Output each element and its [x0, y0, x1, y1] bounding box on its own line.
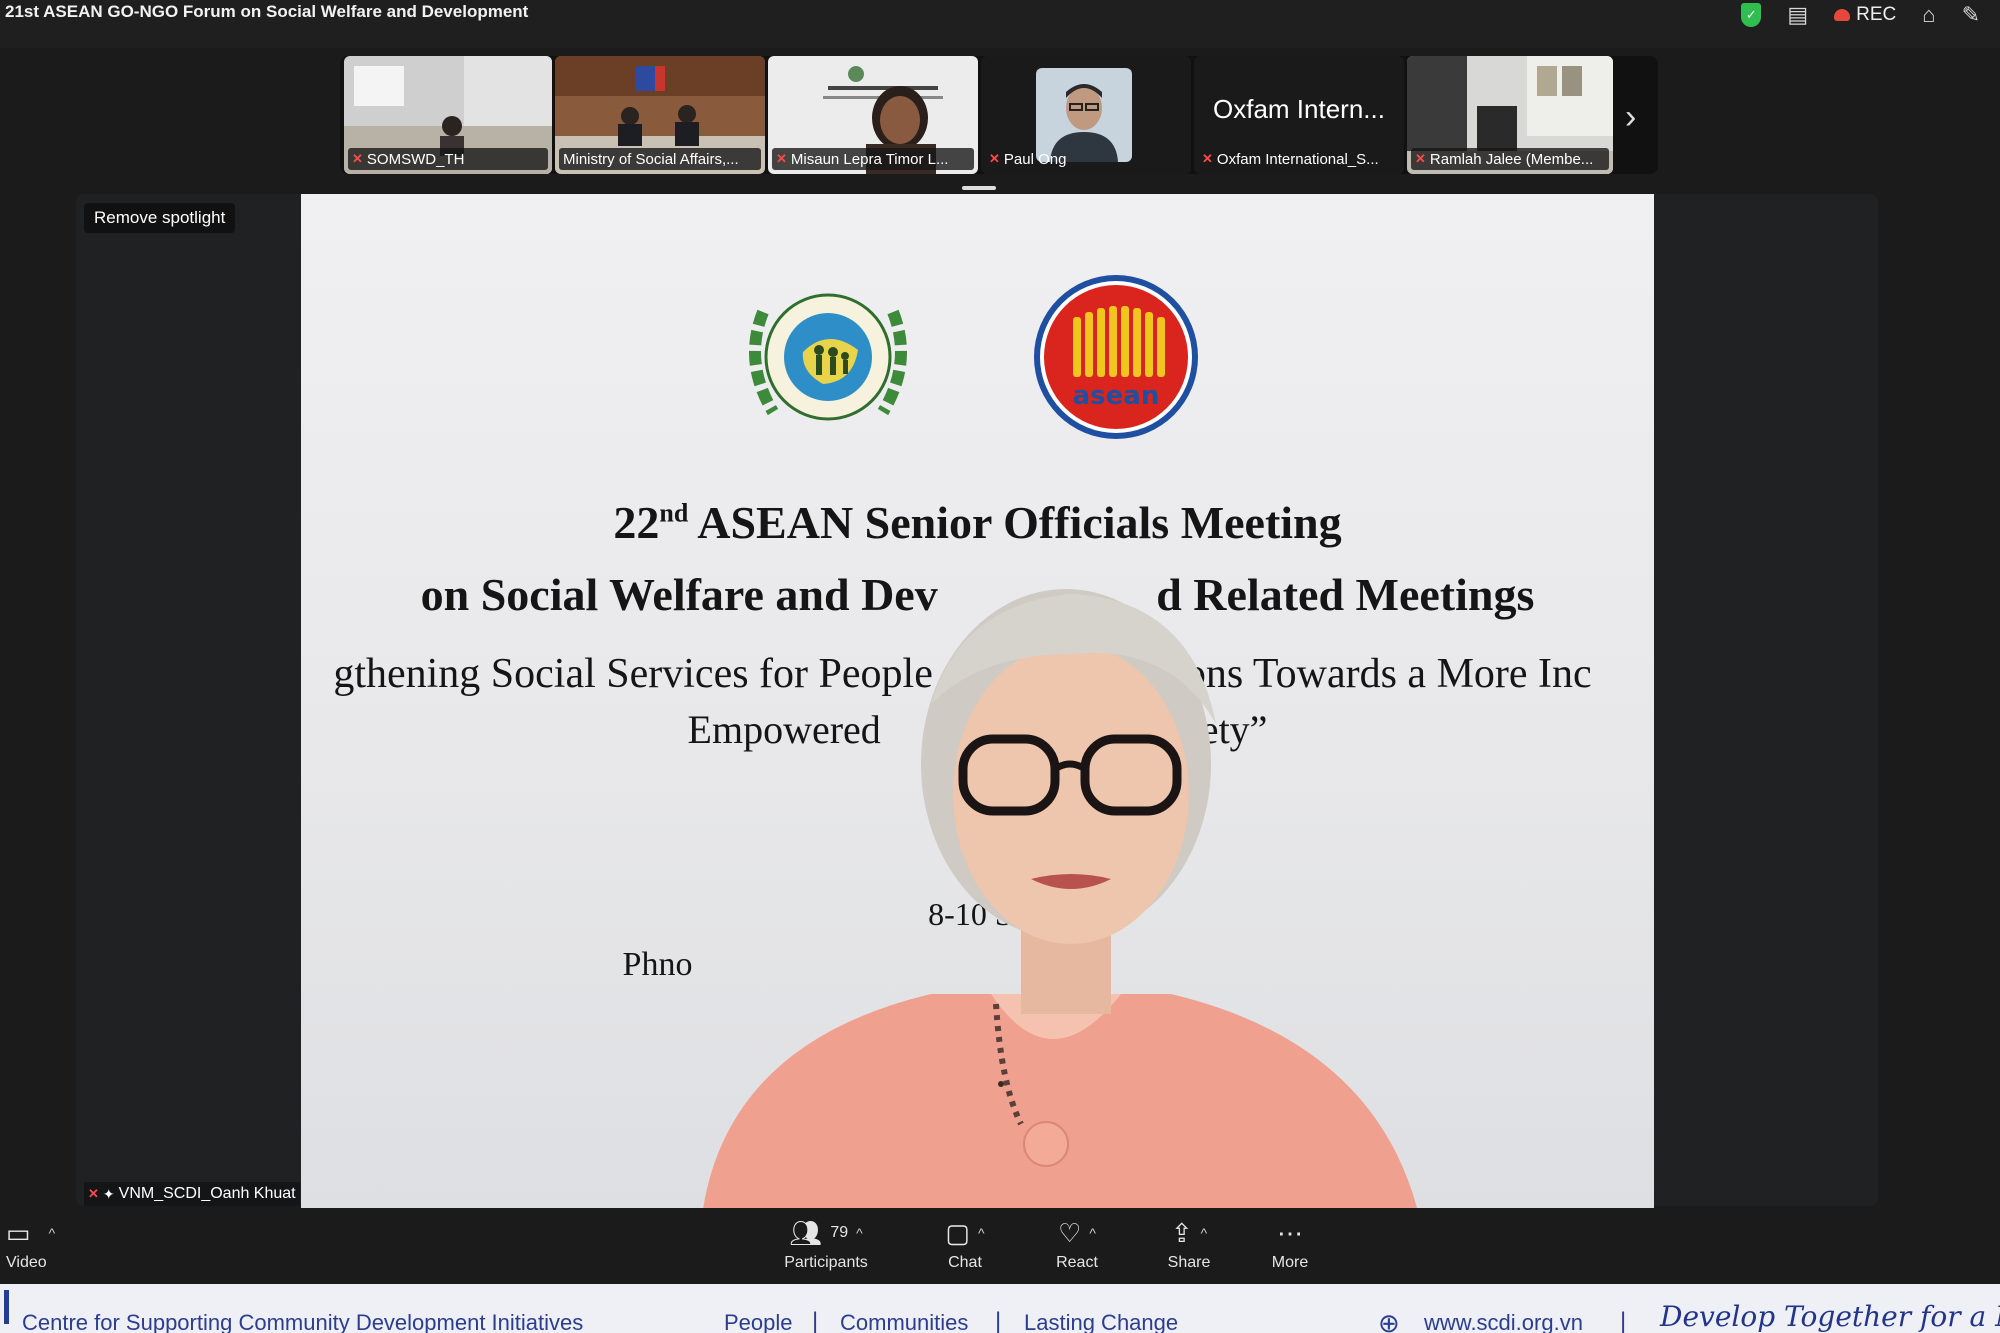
- chevron-up-icon[interactable]: ^: [49, 1225, 56, 1241]
- more-label: More: [1271, 1254, 1309, 1271]
- speaker-video-figure: [703, 589, 1417, 1208]
- share-screen-icon: ⇪: [1170, 1217, 1193, 1248]
- rec-label: REC: [1856, 4, 1897, 25]
- chat-bubble-icon: ▢: [945, 1217, 970, 1248]
- participants-label: Participants: [784, 1254, 868, 1271]
- footer-separator: |: [812, 1308, 819, 1333]
- mic-muted-icon: ✕: [88, 1186, 99, 1201]
- thumbnail-paul-ong[interactable]: ✕ Paul Ong: [981, 56, 1191, 174]
- thumbnail-nametag: ✕ Misaun Lepra Timor L...: [772, 148, 974, 170]
- mic-muted-icon: ✕: [776, 151, 787, 166]
- chevron-right-icon[interactable]: ›: [1625, 98, 1636, 137]
- thumbnail-name: Ministry of Social Affairs,...: [563, 150, 739, 168]
- chat-control: ▢ ^: [920, 1216, 1010, 1250]
- footer-item-lasting-change: Lasting Change: [1024, 1310, 1179, 1333]
- mic-muted-icon: ✕: [352, 151, 363, 166]
- footer-website: www.scdi.org.vn: [1424, 1310, 1583, 1333]
- react-label: React: [1056, 1254, 1098, 1271]
- record-cloud-icon: [1834, 9, 1851, 21]
- person-frame-icon[interactable]: ⌂: [1922, 2, 1935, 28]
- shield-check-icon[interactable]: ✓: [1741, 3, 1762, 27]
- more-button[interactable]: ⋯ More: [1250, 1216, 1330, 1272]
- footer-slogan: Develop Together for a More Inclus: [1660, 1300, 2000, 1333]
- thumbnail-somswd-th[interactable]: ✕ SOMSWD_TH: [344, 56, 552, 174]
- meeting-toolbar: ▭ ^ Video 👥︎ 79 ^ Participants ▢ ^ Chat …: [0, 1208, 2000, 1284]
- chat-button[interactable]: ▢ ^ Chat: [920, 1216, 1010, 1272]
- more-dots-icon: ⋯: [1277, 1217, 1303, 1248]
- recording-indicator[interactable]: REC: [1834, 4, 1896, 26]
- footer-item-communities: Communities: [840, 1310, 969, 1333]
- footer-separator: |: [995, 1308, 1002, 1333]
- organization-footer-banner: Centre for Supporting Community Developm…: [0, 1284, 2000, 1333]
- thumbnail-nametag: ✕ Ramlah Jalee (Membe...: [1411, 148, 1609, 170]
- video-camera-icon: ▭: [6, 1217, 31, 1248]
- footer-org-name: Centre for Supporting Community Developm…: [22, 1310, 584, 1333]
- active-speaker-name: VNM_SCDI_Oanh Khuat: [118, 1185, 296, 1202]
- chevron-up-icon[interactable]: ^: [978, 1225, 985, 1241]
- thumbnail-ministry-social-affairs[interactable]: Ministry of Social Affairs,...: [555, 56, 765, 174]
- mic-muted-icon: ✕: [989, 151, 1000, 166]
- thumbnail-name: Ramlah Jalee (Membe...: [1429, 150, 1594, 168]
- video-control: ▭ ^: [6, 1216, 76, 1250]
- more-control: ⋯: [1250, 1216, 1330, 1250]
- mic-muted-icon: ✕: [1415, 151, 1426, 166]
- video-button[interactable]: ▭ ^ Video: [6, 1216, 76, 1272]
- react-button[interactable]: ♡ ^ React: [1032, 1216, 1122, 1272]
- thumbnail-misaun-lepra[interactable]: ✕ Misaun Lepra Timor L...: [768, 56, 978, 174]
- spotlight-video: asean 22nd ASEAN Senior Officials Meetin…: [301, 194, 1654, 1208]
- meeting-title: 21st ASEAN GO-NGO Forum on Social Welfar…: [5, 2, 529, 21]
- thumbnail-nametag: ✕ Paul Ong: [985, 148, 1187, 170]
- pencil-icon[interactable]: ✎: [1962, 2, 1980, 28]
- top-bar: 21st ASEAN GO-NGO Forum on Social Welfar…: [0, 0, 2000, 48]
- chevron-up-icon[interactable]: ^: [1089, 1225, 1096, 1241]
- thumbnail-ramlah-jalee[interactable]: ✕ Ramlah Jalee (Membe...: [1407, 56, 1613, 174]
- share-button[interactable]: ⇪ ^ Share: [1144, 1216, 1234, 1272]
- thumbnail-nametag: ✕ SOMSWD_TH: [348, 148, 548, 170]
- participant-thumbnail-strip: ✕ SOMSWD_TH Ministry of Social Affairs,.…: [340, 56, 1658, 174]
- participants-count: 79: [830, 1224, 849, 1241]
- transcript-icon[interactable]: ▤: [1787, 2, 1808, 28]
- react-control: ♡ ^: [1032, 1216, 1122, 1250]
- thumbnail-nametag: ✕ Oxfam International_S...: [1198, 148, 1400, 170]
- thumbnail-nametag: Ministry of Social Affairs,...: [559, 148, 761, 170]
- thumbnail-name: Paul Ong: [1003, 150, 1067, 168]
- asean-logo: asean: [1034, 275, 1198, 439]
- active-speaker-tag: ✕ ✦ VNM_SCDI_Oanh Khuat: [84, 1182, 300, 1206]
- remove-spotlight-button[interactable]: Remove spotlight: [84, 203, 236, 233]
- thumbnail-display-name: Oxfam Intern...: [1213, 94, 1385, 124]
- strip-resize-handle[interactable]: [962, 186, 996, 190]
- share-label: Share: [1167, 1254, 1211, 1271]
- footer-item-people: People: [724, 1310, 793, 1333]
- footer-separator: |: [1620, 1308, 1627, 1333]
- heart-icon: ♡: [1058, 1217, 1082, 1248]
- thumbnail-name: Oxfam International_S...: [1216, 150, 1379, 168]
- thumbnail-oxfam[interactable]: Oxfam Intern... ✕ Oxfam International_S.…: [1194, 56, 1404, 174]
- chat-label: Chat: [948, 1254, 982, 1271]
- chevron-up-icon[interactable]: ^: [856, 1225, 863, 1241]
- chevron-up-icon[interactable]: ^: [1201, 1225, 1208, 1241]
- svg-text:asean: asean: [1073, 381, 1160, 411]
- mic-muted-icon: ✕: [1202, 151, 1213, 166]
- thumbnail-name: Misaun Lepra Timor L...: [790, 150, 949, 168]
- pin-icon: ✦: [102, 1185, 115, 1202]
- video-label: Video: [6, 1254, 47, 1271]
- participants-button[interactable]: 👥︎ 79 ^ Participants: [766, 1216, 886, 1272]
- top-right-controls: ✓ ▤ REC ⌂ ✎: [1741, 0, 2000, 30]
- ministry-emblem-logo: [749, 293, 907, 421]
- footer-accent-bar: [4, 1290, 9, 1324]
- share-control: ⇪ ^: [1144, 1216, 1234, 1250]
- globe-icon: ⊕: [1378, 1308, 1400, 1333]
- participants-control: 👥︎ 79 ^: [766, 1216, 886, 1250]
- participants-icon: 👥︎: [789, 1217, 823, 1248]
- thumbnail-name: SOMSWD_TH: [366, 150, 465, 168]
